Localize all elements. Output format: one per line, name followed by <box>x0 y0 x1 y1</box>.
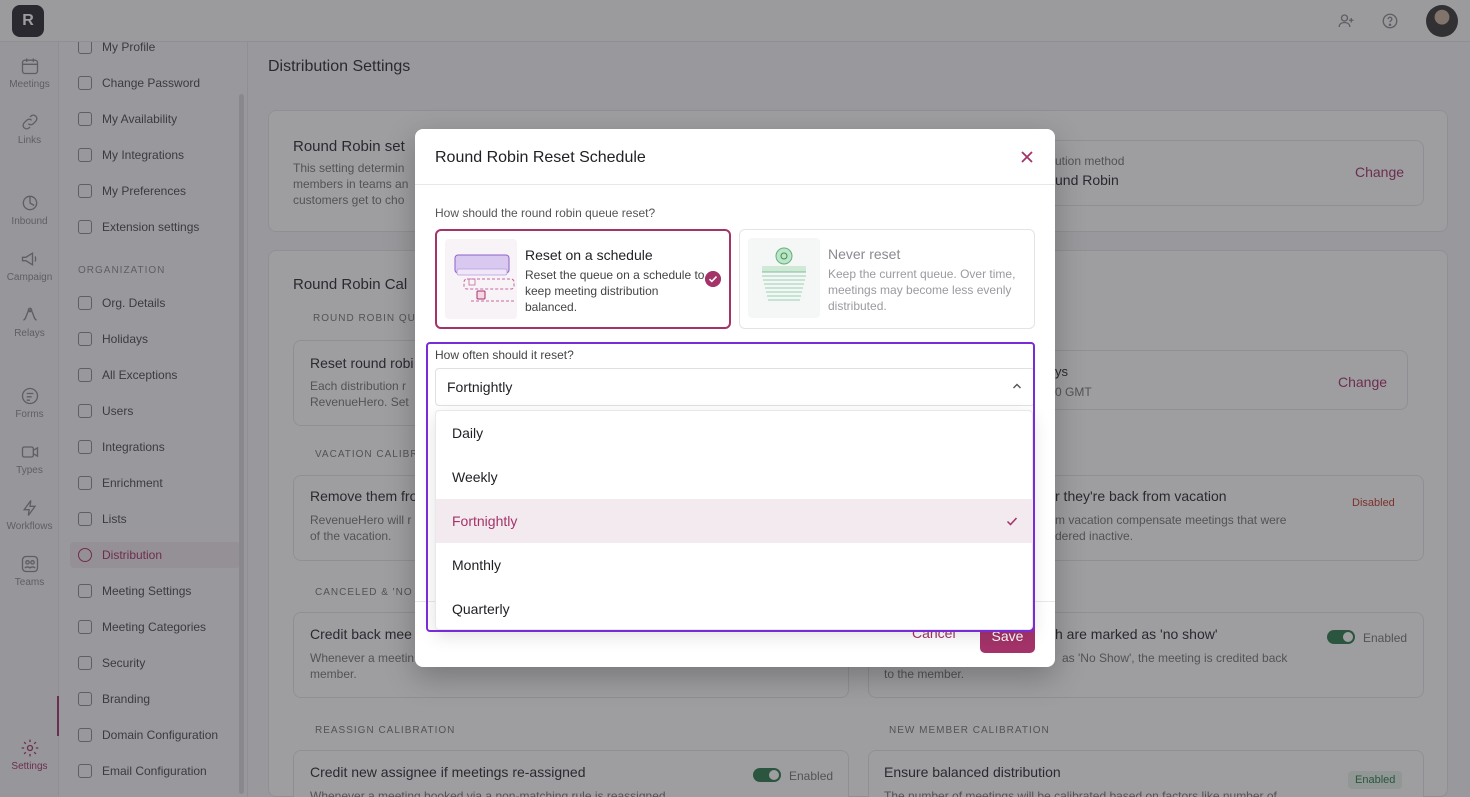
check-circle-icon <box>705 271 721 287</box>
option-desc: Reset the queue on a schedule to keep me… <box>525 268 705 314</box>
option-title: Reset on a schedule <box>525 247 653 263</box>
reset-question: How should the round robin queue reset? <box>435 206 656 220</box>
option-title: Never reset <box>828 246 901 262</box>
close-icon[interactable] <box>1019 149 1035 165</box>
schedule-illustration <box>445 239 517 319</box>
modal-title: Round Robin Reset Schedule <box>435 149 646 166</box>
never-reset-illustration <box>748 238 820 318</box>
frequency-focus-outline <box>426 342 1035 632</box>
option-desc: Keep the current queue. Over time, meeti… <box>828 267 1016 313</box>
modal-divider <box>415 184 1055 185</box>
option-reset-on-schedule[interactable]: Reset on a schedule Reset the queue on a… <box>435 229 731 329</box>
option-never-reset[interactable]: Never reset Keep the current queue. Over… <box>739 229 1035 329</box>
